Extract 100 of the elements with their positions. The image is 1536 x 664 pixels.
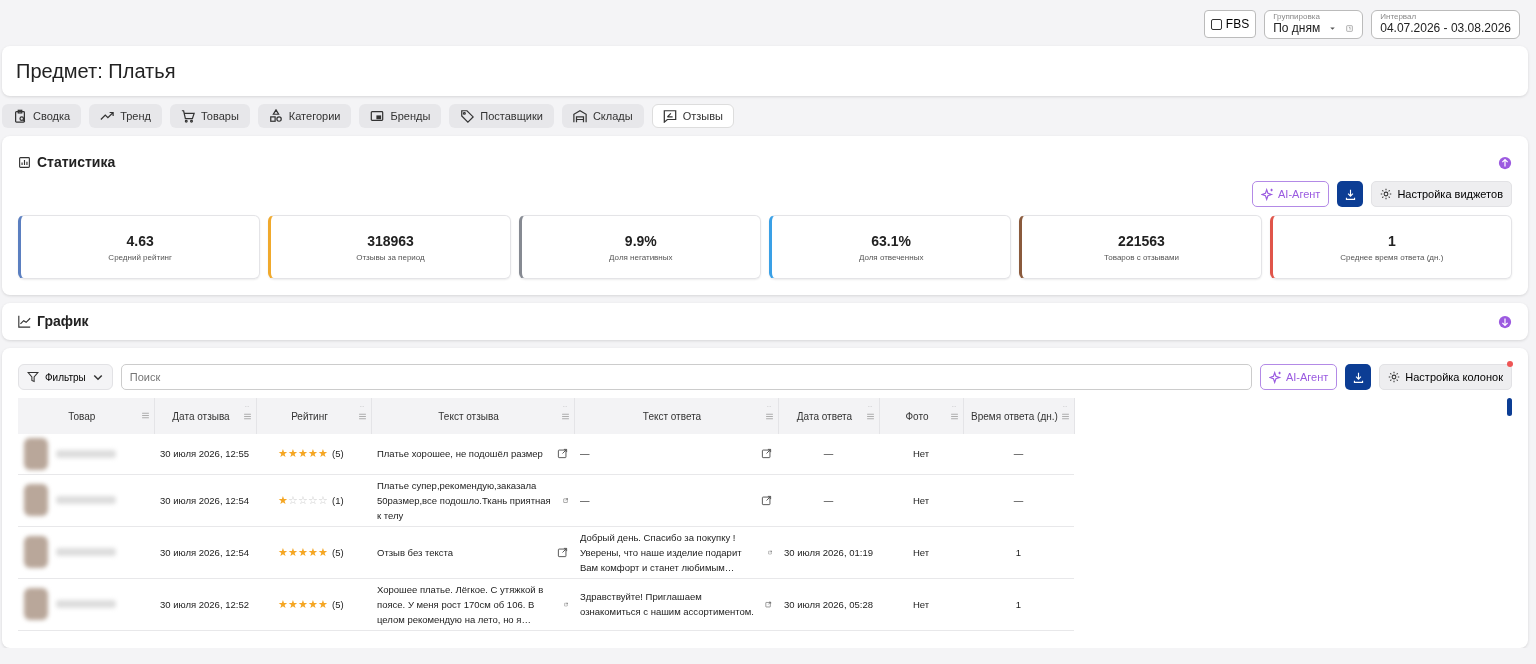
- download-button[interactable]: [1345, 364, 1372, 390]
- shapes-icon: [268, 109, 283, 123]
- table-cell: —: [1013, 448, 1024, 460]
- widget-settings-button[interactable]: Настройка виджетов: [1371, 181, 1512, 207]
- column-settings-button[interactable]: Настройка колонок: [1379, 364, 1512, 390]
- column-header: Текст ответа: [642, 410, 702, 422]
- metric-label: Отзывы за период: [356, 251, 425, 264]
- column-header: Текст отзыва: [438, 410, 499, 422]
- menu-icon[interactable]: [865, 412, 875, 421]
- metric-value: 4.63: [126, 231, 154, 251]
- photo-placeholder: [24, 437, 48, 470]
- star-rating: ★★★★★: [278, 446, 328, 462]
- download-icon: [1343, 187, 1357, 201]
- table-cell: 30 июля 2026, 12:55: [160, 448, 249, 460]
- table-cell-text: —: [580, 447, 590, 462]
- metric-value: 63.1%: [871, 231, 911, 251]
- table-cell: —: [823, 494, 834, 506]
- date-range: 04.07.2026 - 03.08.2026: [1380, 20, 1511, 36]
- table-cell-text: (1): [332, 493, 344, 508]
- notification-dot: [1507, 361, 1513, 367]
- table-cell: 30 июля 2026, 05:28: [784, 598, 873, 610]
- ai-agent-button[interactable]: AI-Агент: [1252, 181, 1330, 207]
- tab[interactable]: Склады: [561, 104, 644, 128]
- grouping-dropdown[interactable]: Группировка По дням: [1264, 9, 1364, 39]
- table-cell-text: Отзыв без текста: [377, 545, 454, 560]
- section-title: Статистика: [37, 153, 116, 172]
- menu-icon[interactable]: [1060, 412, 1070, 421]
- photo-placeholder: [24, 588, 48, 620]
- metric-label: Доля негативных: [609, 251, 673, 264]
- field-legend: Группировка: [1273, 11, 1320, 21]
- photo-placeholder: [24, 536, 48, 568]
- warehouse-icon: [572, 109, 587, 123]
- tab[interactable]: Категории: [257, 104, 352, 128]
- tab[interactable]: Бренды: [359, 104, 442, 128]
- download-icon: [1351, 370, 1365, 384]
- scrollbar-thumb[interactable]: [1507, 398, 1512, 416]
- table-cell-text: (5): [332, 545, 344, 560]
- menu-icon[interactable]: [560, 412, 570, 421]
- menu-icon[interactable]: [140, 411, 150, 420]
- menu-icon[interactable]: [949, 412, 959, 421]
- arrow-down-icon[interactable]: [1498, 314, 1512, 329]
- window-icon: [370, 109, 385, 123]
- section-title: График: [37, 312, 89, 331]
- table-cell: 30 июля 2026, 12:52: [160, 598, 249, 610]
- table-cell: 30 июля 2026, 01:19: [784, 546, 873, 558]
- tab[interactable]: Поставщики: [449, 104, 554, 128]
- tab[interactable]: Отзывы: [651, 104, 734, 128]
- menu-icon[interactable]: [357, 412, 367, 421]
- ai-agent-button[interactable]: AI-Агент: [1259, 364, 1338, 390]
- search-field[interactable]: Поиск: [120, 364, 1252, 390]
- metric-value: 221563: [1118, 231, 1165, 251]
- menu-icon[interactable]: [242, 412, 252, 421]
- star-rating: ★★★★★: [278, 596, 328, 612]
- metric-label: Доля отвеченных: [858, 251, 924, 264]
- external-link-icon[interactable]: [761, 494, 772, 506]
- column-header: Товар: [68, 410, 96, 422]
- line-chart-icon: [18, 315, 31, 328]
- blurred-label: [56, 600, 116, 608]
- metric-label: Средний рейтинг: [108, 251, 172, 264]
- filters-button[interactable]: Фильтры: [18, 364, 113, 390]
- arrow-up-icon[interactable]: [1498, 155, 1512, 170]
- external-link-icon[interactable]: [557, 546, 568, 558]
- star-rating: ★☆☆☆☆: [278, 492, 328, 508]
- metric-label: Товаров с отзывами: [1104, 251, 1179, 264]
- bar-chart-icon: [18, 156, 31, 169]
- tab[interactable]: Товары: [170, 104, 250, 128]
- column-header: Дата отзыва: [172, 410, 230, 422]
- table-cell-text: Здравствуйте! Приглашаем ознакомиться с нашим ассортиментом.: [580, 590, 755, 619]
- table-cell: Нет: [912, 494, 930, 506]
- table-cell-text: Платье хорошее, не подошёл размер: [377, 447, 543, 462]
- help-icon: [1345, 23, 1355, 33]
- sparkle-icon: [1261, 187, 1274, 201]
- table-cell: —: [823, 448, 834, 460]
- external-link-icon[interactable]: [765, 598, 772, 610]
- external-link-icon[interactable]: [761, 448, 772, 460]
- tag-icon: [460, 109, 475, 123]
- fbs-checkbox[interactable]: FBS: [1203, 10, 1257, 38]
- external-link-icon[interactable]: [557, 448, 568, 460]
- metric-value: 318963: [367, 231, 414, 251]
- tab[interactable]: Сводка: [2, 104, 82, 128]
- menu-icon[interactable]: [764, 412, 774, 421]
- chat-edit-icon: [662, 109, 677, 123]
- metric-value: 1: [1387, 231, 1396, 251]
- download-button[interactable]: [1337, 181, 1364, 207]
- blurred-label: [56, 548, 116, 556]
- cart-icon: [181, 109, 195, 123]
- column-header: Время ответа (дн.): [971, 410, 1058, 422]
- table-cell-text: Добрый день. Спасибо за покупку ! Уверены, что наше изделие подарит Вам комфорт и станет любимым…: [580, 530, 743, 575]
- table-cell-text: Платье супер,рекомендую,заказала 50размер,все подошло.Ткань приятная к телу: [377, 478, 552, 523]
- interval-field[interactable]: Интервал 04.07.2026 - 03.08.2026: [1371, 9, 1520, 39]
- table-cell: 30 июля 2026, 12:54: [160, 494, 249, 506]
- star-rating: ★★★★★: [278, 544, 328, 560]
- table-cell-text: (5): [332, 447, 344, 462]
- table-cell-text: Хорошее платье. Лёгкое. С утяжкой в поясе. У меня рост 170см об 106. В целом рекомендую на лето, но я…: [377, 582, 545, 627]
- column-header: Фото: [905, 410, 929, 422]
- filter-icon: [27, 371, 39, 383]
- settings-icon: [1380, 188, 1393, 200]
- photo-placeholder: [24, 484, 48, 516]
- table-cell: 1: [1015, 546, 1022, 558]
- tab[interactable]: Тренд: [89, 104, 162, 128]
